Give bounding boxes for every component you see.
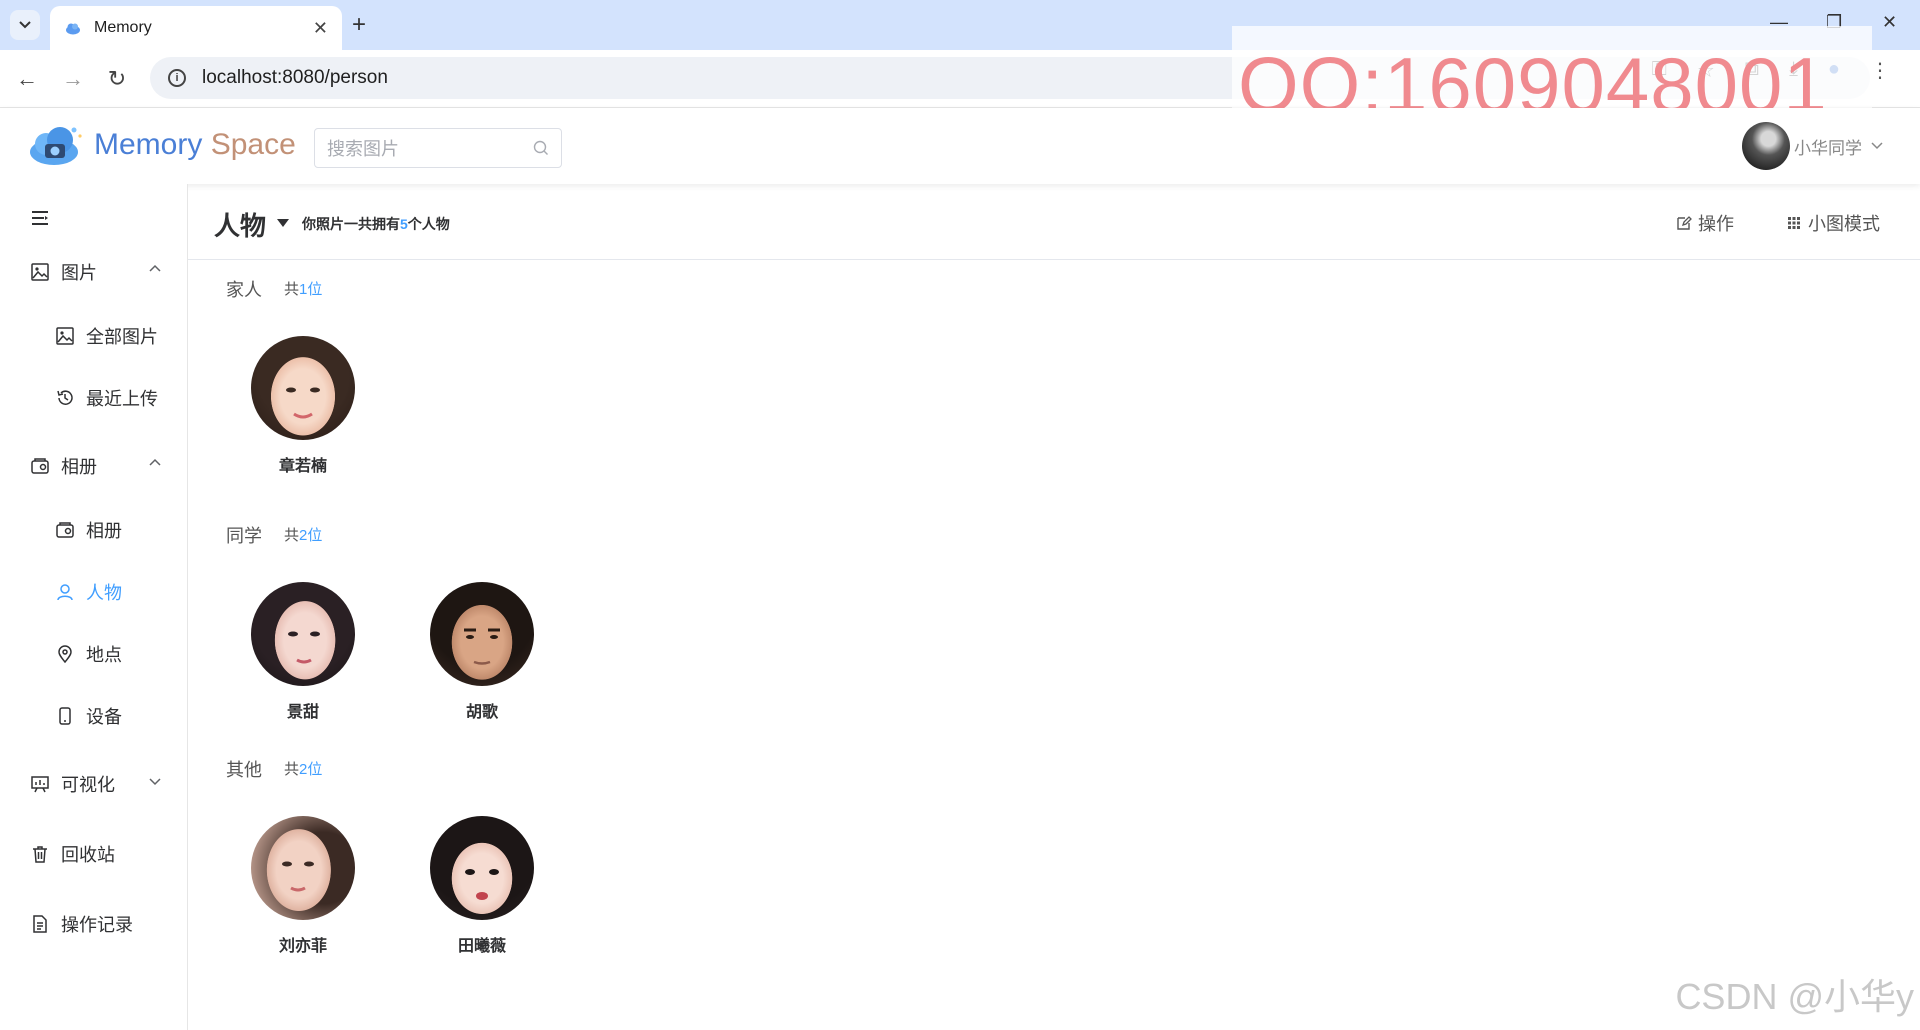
sidebar-item-label: 图片 bbox=[61, 263, 97, 283]
page-title: 人物 bbox=[214, 211, 267, 241]
sidebar-item-people[interactable]: 人物 bbox=[0, 572, 188, 612]
operate-label: 操作 bbox=[1698, 214, 1734, 234]
trash-icon bbox=[29, 843, 51, 865]
sidebar-item-recycle-bin[interactable]: 回收站 bbox=[0, 834, 188, 874]
new-tab-button[interactable]: + bbox=[352, 12, 366, 38]
group-count: 共1位 bbox=[284, 281, 323, 298]
user-name: 小华同学 bbox=[1794, 138, 1862, 158]
small-view-button[interactable]: 小图模式 bbox=[1786, 210, 1880, 236]
more-menu-icon[interactable]: ⋮ bbox=[1870, 58, 1890, 83]
sidebar: 图片 全部图片 最近上传 相册 相册 人物 地点 设备 可视化 回收站 操作记录 bbox=[0, 184, 188, 1030]
sidebar-item-recent-uploads[interactable]: 最近上传 bbox=[0, 378, 188, 418]
close-window-icon[interactable]: ✕ bbox=[1882, 12, 1897, 33]
caret-down-icon[interactable] bbox=[276, 218, 290, 228]
group-count: 共2位 bbox=[284, 527, 323, 544]
sidebar-item-label: 最近上传 bbox=[86, 389, 158, 409]
tab-close-icon[interactable]: ✕ bbox=[313, 18, 328, 39]
person-face[interactable] bbox=[430, 582, 534, 686]
sidebar-item-pictures[interactable]: 图片 bbox=[0, 252, 188, 292]
chevron-down-icon bbox=[19, 21, 31, 29]
group-count: 共2位 bbox=[284, 761, 323, 778]
chevron-up-icon bbox=[149, 458, 161, 466]
cloud-camera-logo-icon bbox=[30, 127, 82, 165]
search-input[interactable]: 搜索图片 bbox=[314, 128, 562, 168]
tab-title: Memory bbox=[94, 19, 152, 36]
sidebar-item-label: 相册 bbox=[61, 457, 97, 477]
chevron-up-icon bbox=[149, 264, 161, 272]
reload-icon[interactable]: ↻ bbox=[104, 66, 130, 92]
forward-arrow-icon[interactable]: → bbox=[60, 66, 86, 92]
app-header: Memory Space 搜索图片 小华同学 bbox=[0, 108, 1920, 184]
sidebar-item-all-pictures[interactable]: 全部图片 bbox=[0, 316, 188, 356]
sidebar-item-label: 可视化 bbox=[61, 775, 115, 795]
album-icon bbox=[54, 519, 76, 541]
avatar[interactable] bbox=[1742, 122, 1790, 170]
sidebar-item-albums[interactable]: 相册 bbox=[0, 446, 188, 486]
main-content: 人物 你照片一共拥有5个人物 操作 小图模式 家人 共1位 章若楠 同学 共2位… bbox=[188, 184, 1920, 1030]
person-name: 田曦薇 bbox=[457, 938, 506, 955]
person-face[interactable] bbox=[251, 582, 355, 686]
document-icon bbox=[29, 913, 51, 935]
person-name: 章若楠 bbox=[278, 458, 327, 475]
page-summary: 你照片一共拥有5个人物 bbox=[302, 216, 450, 232]
person-card[interactable]: 田曦薇 bbox=[430, 816, 534, 956]
image-icon bbox=[54, 325, 76, 347]
sidebar-item-label: 地点 bbox=[86, 645, 122, 665]
person-name: 景甜 bbox=[286, 704, 319, 721]
person-card[interactable]: 胡歌 bbox=[430, 582, 534, 722]
phone-icon bbox=[54, 705, 76, 727]
grid-icon bbox=[1786, 215, 1802, 231]
person-card[interactable]: 景甜 bbox=[251, 582, 355, 722]
chevron-down-icon bbox=[149, 778, 161, 786]
sidebar-item-label: 人物 bbox=[86, 583, 122, 603]
group-title-classmates: 同学 bbox=[226, 526, 262, 546]
person-face[interactable] bbox=[251, 816, 355, 920]
search-icon[interactable] bbox=[533, 140, 549, 156]
sidebar-item-devices[interactable]: 设备 bbox=[0, 696, 188, 736]
chevron-down-icon bbox=[1871, 142, 1883, 150]
cloud-favicon-icon bbox=[66, 23, 80, 35]
browser-tab[interactable]: Memory ✕ bbox=[50, 6, 342, 50]
url-text: localhost:8080/person bbox=[202, 67, 388, 88]
history-icon bbox=[54, 387, 76, 409]
brand-name: Memory Space bbox=[94, 128, 296, 161]
sidebar-item-label: 相册 bbox=[86, 521, 122, 541]
person-face[interactable] bbox=[430, 816, 534, 920]
image-icon bbox=[29, 261, 51, 283]
presentation-chart-icon bbox=[29, 773, 51, 795]
sidebar-item-places[interactable]: 地点 bbox=[0, 634, 188, 674]
person-card[interactable]: 章若楠 bbox=[251, 336, 355, 476]
site-info-icon[interactable]: i bbox=[168, 69, 186, 87]
menu-collapse-icon[interactable] bbox=[30, 210, 50, 226]
sidebar-item-operation-log[interactable]: 操作记录 bbox=[0, 904, 188, 944]
group-title-others: 其他 bbox=[226, 760, 262, 780]
sidebar-item-label: 回收站 bbox=[61, 845, 115, 865]
tab-search-button[interactable] bbox=[10, 10, 40, 40]
user-icon bbox=[54, 581, 76, 603]
album-icon bbox=[29, 455, 51, 477]
sidebar-item-label: 设备 bbox=[86, 707, 122, 727]
location-icon bbox=[54, 643, 76, 665]
group-title-family: 家人 bbox=[226, 280, 262, 300]
sidebar-item-visualization[interactable]: 可视化 bbox=[0, 764, 188, 804]
back-arrow-icon[interactable]: ← bbox=[14, 66, 40, 92]
edit-icon bbox=[1676, 215, 1692, 231]
operate-button[interactable]: 操作 bbox=[1676, 210, 1734, 236]
small-view-label: 小图模式 bbox=[1808, 214, 1880, 234]
sidebar-item-label: 操作记录 bbox=[61, 915, 133, 935]
search-placeholder: 搜索图片 bbox=[327, 139, 399, 159]
page-header: 人物 你照片一共拥有5个人物 操作 小图模式 bbox=[188, 184, 1920, 260]
user-menu[interactable]: 小华同学 bbox=[1742, 122, 1884, 170]
person-name: 刘亦菲 bbox=[278, 938, 327, 955]
person-name: 胡歌 bbox=[465, 704, 498, 721]
sidebar-item-album-list[interactable]: 相册 bbox=[0, 510, 188, 550]
watermark-text: CSDN @小华y bbox=[1675, 976, 1914, 1017]
person-face[interactable] bbox=[251, 336, 355, 440]
sidebar-item-label: 全部图片 bbox=[86, 327, 158, 347]
person-card[interactable]: 刘亦菲 bbox=[251, 816, 355, 956]
